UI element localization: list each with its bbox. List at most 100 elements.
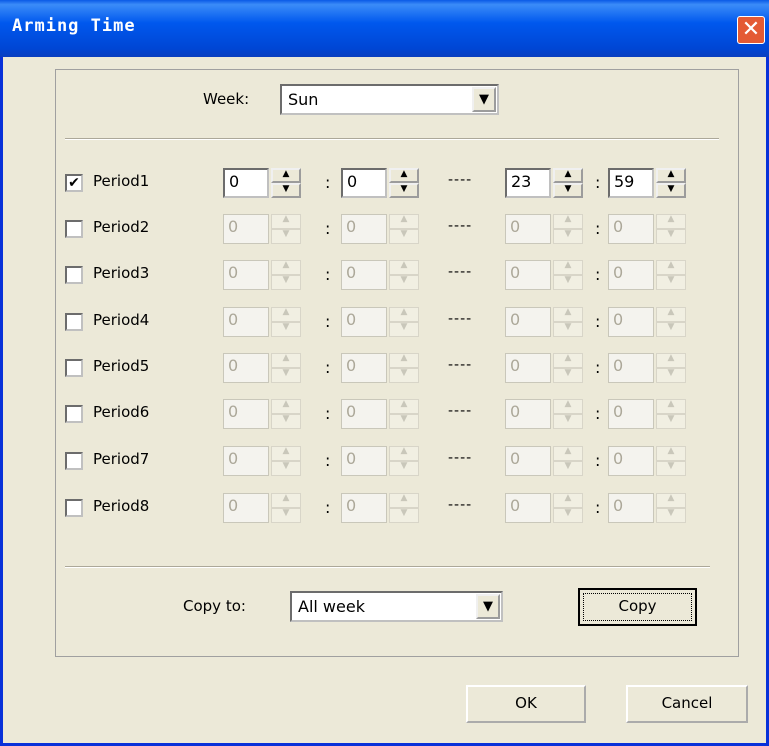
spin-up-icon: ▲ [553, 307, 583, 322]
period-row: Period2 0 ▲ ▼:0 ▲ ▼ 0 ▲ ▼:0 ▲ ▼ ---- [65, 212, 695, 248]
time-colon: : [595, 219, 601, 238]
time-input: 0 [608, 353, 654, 383]
spin-down-icon: ▼ [271, 229, 301, 244]
spin-up-icon: ▲ [656, 446, 686, 461]
spin-down-icon[interactable]: ▼ [656, 183, 686, 198]
spin-down-icon[interactable]: ▼ [553, 183, 583, 198]
spin-buttons: ▲ ▼ [389, 307, 419, 337]
spin-buttons: ▲ ▼ [553, 399, 583, 429]
spin-buttons: ▲ ▼ [553, 353, 583, 383]
spin-up-icon: ▲ [389, 260, 419, 275]
time-colon: : [325, 173, 331, 192]
spin-up-icon[interactable]: ▲ [389, 168, 419, 183]
spin-up-icon[interactable]: ▲ [656, 168, 686, 183]
time-input: 0 [341, 214, 387, 244]
period-checkbox[interactable] [65, 266, 83, 284]
time-input: 0 [223, 353, 269, 383]
title-bar[interactable]: Arming Time ✕ [0, 0, 769, 57]
spin-down-icon: ▼ [271, 275, 301, 290]
spin-up-icon: ▲ [656, 399, 686, 414]
time-input: 0 [505, 307, 551, 337]
period-checkbox[interactable]: ✔ [65, 174, 83, 192]
time-input: 0 [505, 493, 551, 523]
spin-down-icon[interactable]: ▼ [271, 183, 301, 198]
time-input: 0 [505, 446, 551, 476]
copy-button[interactable]: Copy [578, 588, 697, 626]
time-colon: : [595, 173, 601, 192]
period-label: Period6 [93, 403, 150, 421]
spin-buttons: ▲ ▼ [656, 260, 686, 290]
spin-down-icon: ▼ [656, 275, 686, 290]
spin-up-icon[interactable]: ▲ [271, 168, 301, 183]
range-dash: ---- [448, 311, 473, 327]
time-colon: : [595, 312, 601, 331]
spin-down-icon[interactable]: ▼ [389, 183, 419, 198]
spin-down-icon: ▼ [389, 414, 419, 429]
period-label: Period5 [93, 357, 150, 375]
chevron-down-icon[interactable]: ▼ [472, 87, 496, 112]
spin-buttons: ▲ ▼ [389, 399, 419, 429]
period-row: Period6 0 ▲ ▼:0 ▲ ▼ 0 ▲ ▼:0 ▲ ▼ ---- [65, 397, 695, 433]
week-select[interactable]: Sun ▼ [280, 84, 499, 115]
time-input[interactable]: 59 [608, 168, 654, 198]
spin-up-icon: ▲ [656, 493, 686, 508]
time-input: 0 [341, 493, 387, 523]
range-dash: ---- [448, 172, 473, 188]
spin-up-icon: ▲ [553, 353, 583, 368]
time-input: 0 [223, 307, 269, 337]
cancel-button[interactable]: Cancel [626, 685, 748, 723]
time-input: 0 [341, 446, 387, 476]
spin-buttons: ▲ ▼ [389, 353, 419, 383]
spin-up-icon: ▲ [389, 214, 419, 229]
period-checkbox[interactable] [65, 313, 83, 331]
spin-buttons: ▲ ▼ [271, 446, 301, 476]
close-icon[interactable]: ✕ [737, 16, 765, 44]
period-row: Period4 0 ▲ ▼:0 ▲ ▼ 0 ▲ ▼:0 ▲ ▼ ---- [65, 305, 695, 341]
spin-buttons: ▲ ▼ [656, 214, 686, 244]
period-checkbox[interactable] [65, 405, 83, 423]
chevron-down-icon[interactable]: ▼ [476, 594, 500, 619]
time-colon: : [325, 404, 331, 423]
time-input[interactable]: 0 [223, 168, 269, 198]
period-checkbox[interactable] [65, 499, 83, 517]
time-colon: : [595, 265, 601, 284]
spin-buttons: ▲ ▼ [553, 446, 583, 476]
time-input: 0 [341, 353, 387, 383]
spin-up-icon: ▲ [553, 399, 583, 414]
copy-to-label: Copy to: [183, 597, 246, 615]
time-colon: : [325, 265, 331, 284]
time-input: 0 [223, 493, 269, 523]
time-colon: : [595, 498, 601, 517]
spin-buttons: ▲ ▼ [389, 214, 419, 244]
period-checkbox[interactable] [65, 452, 83, 470]
spin-down-icon: ▼ [553, 275, 583, 290]
spin-down-icon: ▼ [389, 229, 419, 244]
spin-up-icon: ▲ [271, 446, 301, 461]
spin-up-icon: ▲ [389, 353, 419, 368]
time-input: 0 [223, 260, 269, 290]
ok-button[interactable]: OK [466, 685, 586, 723]
spin-buttons: ▲ ▼ [271, 260, 301, 290]
time-input: 0 [223, 399, 269, 429]
range-dash: ---- [448, 218, 473, 234]
period-label: Period1 [93, 172, 150, 190]
range-dash: ---- [448, 497, 473, 513]
spin-down-icon: ▼ [656, 368, 686, 383]
spin-down-icon: ▼ [271, 461, 301, 476]
period-checkbox[interactable] [65, 220, 83, 238]
period-checkbox[interactable] [65, 359, 83, 377]
spin-down-icon: ▼ [271, 508, 301, 523]
spin-buttons: ▲ ▼ [271, 168, 301, 198]
period-label: Period8 [93, 497, 150, 515]
spin-down-icon: ▼ [389, 508, 419, 523]
spin-buttons: ▲ ▼ [656, 307, 686, 337]
time-input[interactable]: 0 [341, 168, 387, 198]
copy-to-select[interactable]: All week ▼ [290, 591, 503, 622]
time-input: 0 [608, 446, 654, 476]
period-label: Period2 [93, 218, 150, 236]
period-row: Period5 0 ▲ ▼:0 ▲ ▼ 0 ▲ ▼:0 ▲ ▼ ---- [65, 351, 695, 387]
time-input[interactable]: 23 [505, 168, 551, 198]
spin-up-icon[interactable]: ▲ [553, 168, 583, 183]
range-dash: ---- [448, 403, 473, 419]
time-input: 0 [223, 214, 269, 244]
